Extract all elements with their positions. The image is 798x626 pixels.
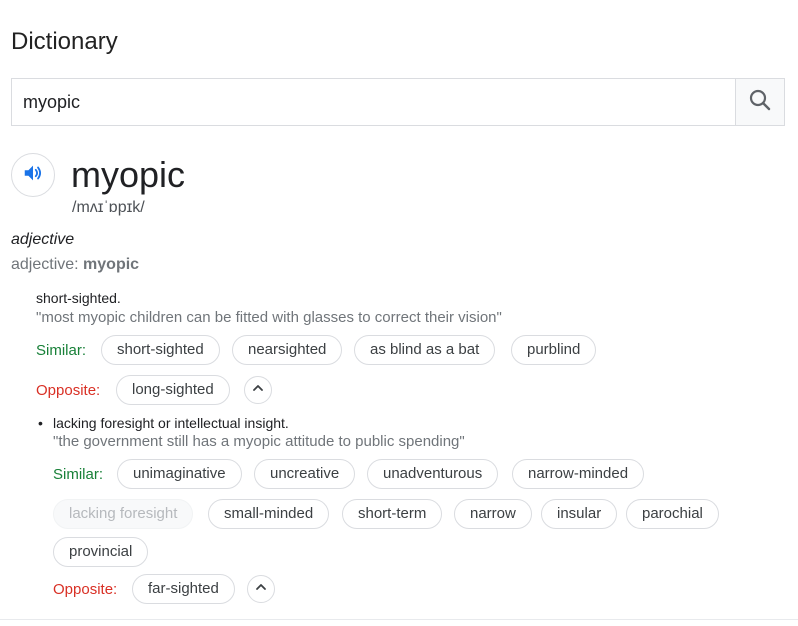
similar-chip-disabled: lacking foresight (53, 499, 194, 529)
chevron-up-icon (251, 381, 265, 400)
example-2: "the government still has a myopic attit… (53, 433, 465, 450)
similar-chip[interactable]: nearsighted (232, 335, 343, 365)
panel-title: Dictionary (11, 28, 118, 55)
pos-word: myopic (83, 256, 140, 273)
similar-chip[interactable]: short-sighted (101, 335, 220, 365)
opposite-chip[interactable]: far-sighted (132, 574, 235, 604)
list-bullet: • (38, 415, 43, 431)
search-input[interactable] (12, 79, 735, 125)
pos-line: adjective: myopic (11, 256, 139, 274)
part-of-speech: adjective (11, 231, 75, 248)
search-button[interactable] (735, 79, 784, 125)
search-icon (748, 88, 772, 117)
similar-chip[interactable]: insular (541, 499, 618, 529)
phonetic: /mʌɪˈɒpɪk/ (72, 199, 145, 216)
similar-chip[interactable]: purblind (511, 335, 597, 365)
definition-2: lacking foresight or intellectual insigh… (53, 415, 289, 431)
similar-label: Similar: (36, 342, 87, 359)
pos-prefix: adjective: (11, 256, 84, 273)
opposite-label: Opposite: (53, 581, 118, 598)
similar-chip[interactable]: parochial (626, 499, 719, 529)
similar-chip[interactable]: provincial (53, 537, 149, 567)
similar-chip[interactable]: small-minded (208, 499, 330, 529)
collapse-button[interactable] (247, 575, 275, 603)
opposite-chip[interactable]: long-sighted (116, 375, 230, 405)
definition-1: short-sighted. (36, 290, 121, 306)
pronunciation-button[interactable] (11, 153, 55, 197)
dictionary-panel: Dictionary myopic /mʌɪˈɒpɪk/ adjective a… (0, 0, 798, 626)
similar-chip[interactable]: uncreative (254, 459, 356, 489)
headword: myopic (71, 154, 186, 195)
opposite-label: Opposite: (36, 382, 101, 399)
similar-label: Similar: (53, 466, 104, 483)
collapse-button[interactable] (244, 376, 272, 404)
similar-chip[interactable]: narrow (454, 499, 532, 529)
similar-chip[interactable]: unimaginative (117, 459, 242, 489)
similar-chip[interactable]: narrow-minded (512, 459, 645, 489)
search-box (11, 78, 785, 126)
chevron-up-icon (254, 580, 268, 599)
similar-chip[interactable]: as blind as a bat (354, 335, 496, 365)
similar-chip[interactable]: unadventurous (367, 459, 499, 489)
similar-chip[interactable]: short-term (342, 499, 443, 529)
divider (0, 619, 798, 620)
speaker-icon (22, 162, 44, 189)
example-1: "most myopic children can be fitted with… (36, 309, 502, 326)
